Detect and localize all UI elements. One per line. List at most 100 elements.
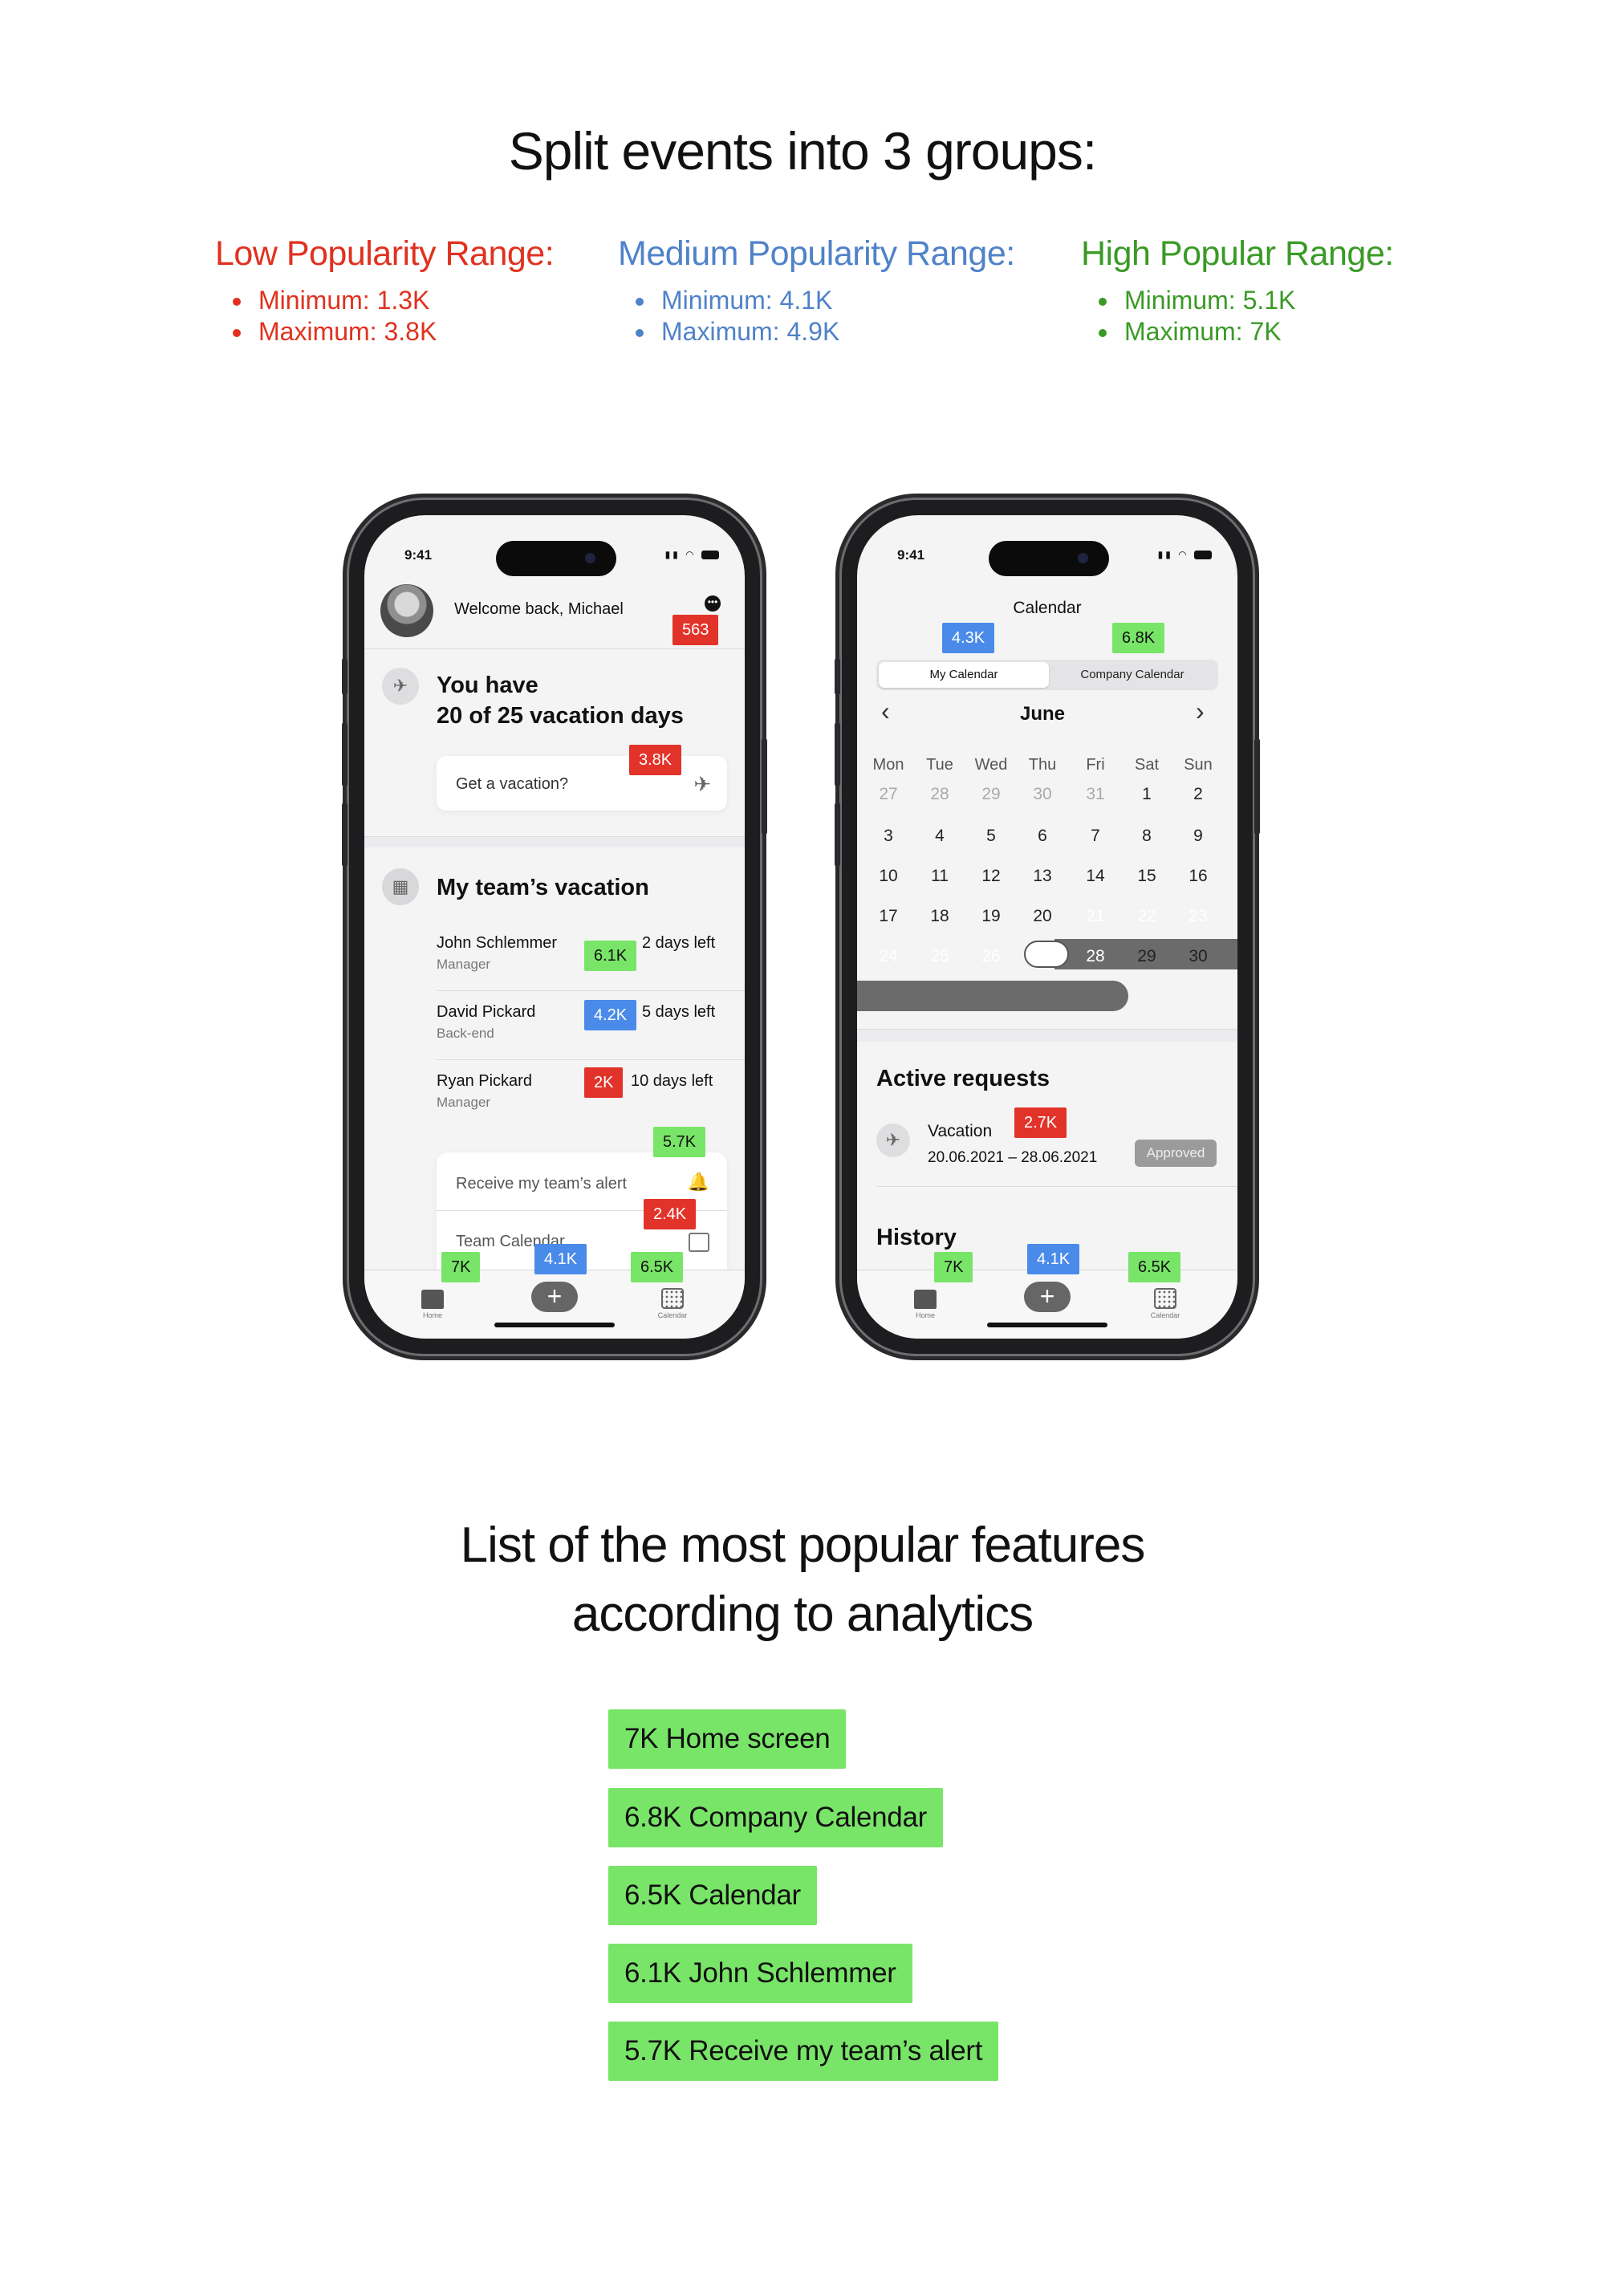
calendar-day[interactable]: 14 [1069, 867, 1122, 886]
badge-calendar-tab: 6.5K [1128, 1252, 1181, 1282]
calendar-day[interactable]: 17 [862, 907, 915, 926]
calendar-day[interactable]: 20 [1016, 907, 1069, 926]
low-range-max: Maximum: 3.8K [254, 316, 554, 347]
calendar-day[interactable]: 24 [862, 947, 915, 966]
calendar-day[interactable]: 16 [1172, 867, 1225, 886]
tab-add[interactable]: + [530, 1282, 579, 1315]
calendar-day[interactable]: 3 [862, 827, 915, 846]
airplane-icon: ✈ [693, 772, 711, 796]
get-vacation-button[interactable]: Get a vacation? ✈ [437, 756, 727, 811]
low-range-title: Low Popularity Range: [215, 234, 555, 273]
feature-item: 7K Home screen [608, 1709, 847, 1769]
bell-icon[interactable]: 🔔 [688, 1172, 709, 1193]
calendar-day[interactable]: 22 [1120, 907, 1173, 926]
calendar-day[interactable]: 11 [913, 867, 966, 886]
volume-up-button [835, 722, 840, 786]
tab-home[interactable]: Home [905, 1290, 945, 1319]
calendar-day[interactable]: 31 [1069, 785, 1122, 804]
month-label: June [1019, 703, 1065, 725]
chevron-right-icon[interactable]: › [1196, 697, 1205, 726]
calendar-day[interactable]: 13 [1016, 867, 1069, 886]
tab-home[interactable]: Home [412, 1290, 453, 1319]
calendar-day[interactable]: 27 [862, 785, 915, 804]
segment-company-calendar[interactable]: Company Calendar [1049, 662, 1216, 688]
phone-home-screen: 9:41 ▮▮ ◠ Welcome back, Michael ••• 563 … [342, 498, 767, 1356]
team-member-row[interactable]: John Schlemmer Manager 2 days left 6.1K [437, 931, 745, 995]
badge-add-tab: 4.1K [534, 1244, 587, 1274]
calendar-day[interactable]: 30 [1172, 947, 1225, 966]
calendar-day[interactable]: 15 [1120, 867, 1173, 886]
wifi-icon: ◠ [685, 549, 697, 560]
team-member-row[interactable]: Ryan Pickard Manager 10 days left 2K [437, 1067, 745, 1133]
calendar-day[interactable]: 29 [965, 785, 1018, 804]
receive-alert-label[interactable]: Receive my team’s alert [456, 1175, 627, 1193]
vacation-heading-line1: You have [437, 673, 538, 698]
calendar-day[interactable]: 30 [1016, 785, 1069, 804]
calendar-day[interactable]: 28 [1069, 947, 1122, 966]
plus-icon: + [531, 1282, 578, 1312]
member-name: John Schlemmer [437, 934, 558, 952]
badge-team-calendar: 2.4K [644, 1199, 697, 1229]
action-button [835, 658, 840, 695]
segment-my-calendar[interactable]: My Calendar [879, 662, 1049, 688]
home-icon [421, 1290, 444, 1309]
weekday-label: Mon [872, 756, 904, 774]
calendar-day[interactable]: 10 [862, 867, 915, 886]
calendar-day[interactable]: 5 [965, 827, 1018, 846]
selected-range-highlight [857, 981, 1128, 1011]
calendar-day[interactable]: 23 [1172, 907, 1225, 926]
status-time: 9:41 [897, 547, 925, 563]
home-screen: 9:41 ▮▮ ◠ Welcome back, Michael ••• 563 … [364, 515, 745, 1339]
calendar-day[interactable]: 8 [1120, 827, 1173, 846]
battery-icon [1194, 551, 1212, 560]
status-badge: Approved [1135, 1140, 1217, 1167]
page-title: Split events into 3 groups: [508, 121, 1097, 181]
member-role: Back-end [437, 1026, 494, 1041]
status-icons: ▮▮ ◠ [665, 549, 719, 560]
dynamic-island [989, 541, 1109, 576]
badge-alert: 5.7K [653, 1127, 706, 1157]
calendar-day[interactable]: 12 [965, 867, 1018, 886]
calendar-day[interactable]: 27 [1016, 947, 1069, 966]
calendar-day[interactable]: 2 [1172, 785, 1225, 804]
history-title: History [876, 1225, 957, 1250]
calendar-day[interactable]: 29 [1120, 947, 1173, 966]
battery-icon [701, 551, 719, 560]
chat-icon[interactable]: ••• [705, 595, 721, 612]
section-divider [364, 836, 745, 837]
tab-calendar[interactable]: Calendar [1141, 1288, 1189, 1319]
plus-icon: + [1024, 1282, 1071, 1312]
calendar-day[interactable]: 9 [1172, 827, 1225, 846]
phone-calendar-screen: 9:41 ▮▮ ◠ Calendar My Calendar Company C… [835, 498, 1260, 1356]
medium-range-group: Medium Popularity Range: Minimum: 4.1K M… [618, 234, 1015, 347]
avatar[interactable] [380, 584, 433, 637]
welcome-text: Welcome back, Michael [454, 600, 624, 618]
team-member-row[interactable]: David Pickard Back-end 5 days left 4.2K [437, 1000, 745, 1064]
request-type[interactable]: Vacation [928, 1122, 992, 1141]
calendar-screen: 9:41 ▮▮ ◠ Calendar My Calendar Company C… [857, 515, 1237, 1339]
feature-item: 6.5K Calendar [608, 1866, 817, 1925]
calendar-day[interactable]: 4 [913, 827, 966, 846]
high-range-max: Maximum: 7K [1119, 316, 1394, 347]
calendar-day[interactable]: 1 [1120, 785, 1173, 804]
status-icons: ▮▮ ◠ [1158, 549, 1212, 560]
tab-calendar-label: Calendar [1150, 1311, 1180, 1319]
tab-add[interactable]: + [1023, 1282, 1071, 1315]
calendar-day[interactable]: 18 [913, 907, 966, 926]
calendar-day[interactable]: 26 [965, 947, 1018, 966]
medium-range-title: Medium Popularity Range: [618, 234, 1015, 273]
calendar-day[interactable]: 19 [965, 907, 1018, 926]
wifi-icon: ◠ [1178, 549, 1189, 560]
section-divider [857, 1029, 1237, 1030]
badge-welcome: 563 [672, 615, 719, 645]
calendar-day[interactable]: 25 [913, 947, 966, 966]
member-days-left: 10 days left [631, 1072, 713, 1090]
tab-calendar[interactable]: Calendar [648, 1288, 697, 1319]
calendar-day[interactable]: 7 [1069, 827, 1122, 846]
calendar-icon: ▦ [382, 868, 419, 905]
weekday-label: Sun [1184, 756, 1213, 774]
calendar-day[interactable]: 28 [913, 785, 966, 804]
airplane-icon: ✈ [876, 1124, 910, 1157]
calendar-day[interactable]: 21 [1069, 907, 1122, 926]
calendar-day[interactable]: 6 [1016, 827, 1069, 846]
